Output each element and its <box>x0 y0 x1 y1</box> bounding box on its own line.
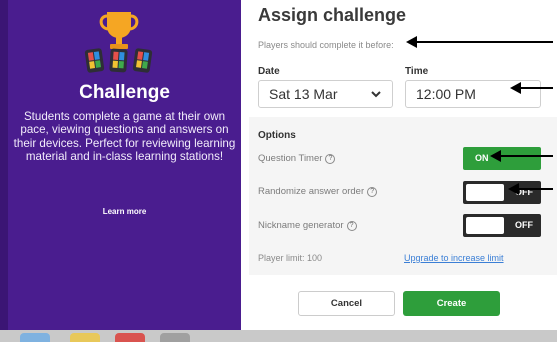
question-timer-text: Question Timer <box>258 153 323 164</box>
nickname-generator-text: Nickname generator <box>258 220 344 231</box>
date-label: Date <box>258 66 280 77</box>
player-limit: Player limit: 100 <box>258 253 323 263</box>
question-timer-label: Question Timer ? <box>258 153 336 164</box>
upgrade-link[interactable]: Upgrade to increase limit <box>404 253 504 263</box>
question-timer-toggle[interactable]: ON <box>463 147 541 170</box>
taskbar-icon <box>115 333 145 342</box>
date-select[interactable]: Sat 13 Mar <box>258 80 393 108</box>
toggle-knob <box>466 217 504 234</box>
cancel-button[interactable]: Cancel <box>298 291 395 316</box>
taskbar-strip <box>0 330 557 342</box>
annotation-arrow <box>406 36 553 48</box>
page-subtitle: Players should complete it before: <box>258 40 394 50</box>
chevron-down-icon <box>371 91 381 98</box>
trophy-icon <box>99 12 139 49</box>
help-icon[interactable]: ? <box>367 186 378 197</box>
annotation-arrow <box>510 82 553 94</box>
challenge-sidebar: Challenge Students complete a game at th… <box>0 0 241 330</box>
create-button[interactable]: Create <box>403 291 500 316</box>
annotation-arrow <box>508 183 553 195</box>
nickname-generator-toggle[interactable]: OFF <box>463 214 541 237</box>
toggle-knob <box>466 184 504 201</box>
annotation-arrow <box>490 150 553 162</box>
nickname-generator-label: Nickname generator ? <box>258 220 357 231</box>
sidebar-description: Students complete a game at their own pa… <box>13 110 236 163</box>
learn-more-link[interactable]: Learn more <box>8 207 241 216</box>
randomize-answer-text: Randomize answer order <box>258 186 365 197</box>
taskbar-icon <box>20 333 50 342</box>
sidebar-edge <box>0 0 8 330</box>
help-icon[interactable]: ? <box>346 220 357 231</box>
page-title: Assign challenge <box>258 5 407 25</box>
date-value: Sat 13 Mar <box>269 86 338 102</box>
time-value: 12:00 PM <box>416 86 476 102</box>
options-title: Options <box>258 130 296 141</box>
time-label: Time <box>405 66 429 77</box>
toggle-state: OFF <box>515 220 533 230</box>
help-icon[interactable]: ? <box>325 153 336 164</box>
taskbar-icon <box>160 333 190 342</box>
randomize-answer-toggle[interactable]: OFF <box>463 181 541 204</box>
randomize-answer-label: Randomize answer order ? <box>258 186 378 197</box>
phones-icon <box>84 47 153 74</box>
taskbar-icon <box>70 333 100 342</box>
sidebar-title: Challenge <box>79 82 170 103</box>
toggle-state: ON <box>475 153 489 163</box>
